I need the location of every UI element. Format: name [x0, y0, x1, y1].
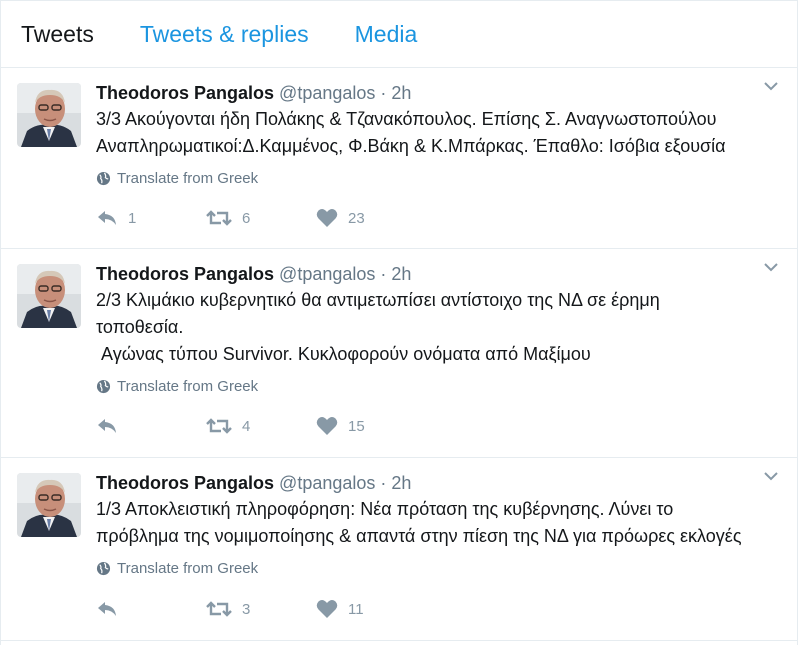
tweet-timestamp[interactable]: 2h: [391, 473, 411, 493]
author-handle[interactable]: @tpangalos: [279, 83, 375, 103]
tab-media[interactable]: Media: [355, 21, 418, 48]
retweet-button[interactable]: 4: [206, 417, 316, 435]
tweet-timestamp[interactable]: 2h: [391, 264, 411, 284]
chevron-down-icon[interactable]: [763, 470, 779, 482]
author-handle[interactable]: @tpangalos: [279, 473, 375, 493]
reply-icon: [98, 211, 116, 225]
tab-tweets-and-replies[interactable]: Tweets & replies: [140, 21, 309, 48]
tweet-text-line: Αναπληρωματικοί:Δ.Καμμένος, Φ.Βάκη & Κ.Μ…: [96, 136, 726, 156]
separator-dot: ·: [380, 83, 387, 103]
globe-icon: [96, 561, 111, 576]
translate-label: Translate from Greek: [117, 378, 259, 395]
like-count: 11: [348, 600, 364, 618]
separator-dot: ·: [380, 473, 387, 493]
tweet-actions: 4 15: [96, 416, 426, 436]
reply-button[interactable]: [96, 417, 206, 435]
tweet-text: 3/3 Ακούγονται ήδη Πολάκης & Τζανακόπουλ…: [96, 106, 777, 160]
avatar[interactable]: [17, 473, 81, 537]
tweet-content: Theodoros Pangalos @tpangalos · 2h 3/3 Α…: [96, 81, 777, 187]
tweet-header: Theodoros Pangalos @tpangalos · 2h: [96, 81, 777, 105]
tweet[interactable]: Theodoros Pangalos @tpangalos · 2h 2/3 Κ…: [1, 249, 797, 458]
translate-link[interactable]: Translate from Greek: [96, 560, 777, 577]
heart-icon: [316, 209, 338, 227]
chevron-down-icon[interactable]: [763, 261, 779, 273]
globe-icon: [96, 171, 111, 186]
tweet-text: 2/3 Κλιμάκιο κυβερνητικό θα αντιμετωπίσε…: [96, 287, 777, 368]
tweet-content: Theodoros Pangalos @tpangalos · 2h 2/3 Κ…: [96, 262, 777, 395]
like-button[interactable]: 11: [316, 599, 426, 619]
tweet-content: Theodoros Pangalos @tpangalos · 2h 1/3 Α…: [96, 471, 777, 577]
retweet-count: 3: [242, 600, 251, 618]
tweet[interactable]: Theodoros Pangalos @tpangalos · 2h 3/3 Α…: [1, 68, 797, 249]
translate-label: Translate from Greek: [117, 560, 259, 577]
tweet-timestamp[interactable]: 2h: [391, 83, 411, 103]
retweet-icon: [206, 418, 232, 434]
globe-icon: [96, 379, 111, 394]
tweet-header: Theodoros Pangalos @tpangalos · 2h: [96, 262, 777, 286]
tweet-text-line: 2/3 Κλιμάκιο κυβερνητικό θα αντιμετωπίσε…: [96, 290, 660, 310]
reply-count: 1: [128, 209, 137, 227]
tweet-header: Theodoros Pangalos @tpangalos · 2h: [96, 471, 777, 495]
avatar[interactable]: [17, 264, 81, 328]
retweet-count: 6: [242, 209, 251, 227]
translate-link[interactable]: Translate from Greek: [96, 378, 777, 395]
tweet-text-line: 1/3 Αποκλειστική πληροφόρηση: Νέα πρότασ…: [96, 499, 674, 519]
tweet-text-line: Αγώνας τύπου Survivor. Κυκλοφορούν ονόμα…: [96, 344, 591, 364]
reply-button[interactable]: [96, 600, 206, 618]
reply-icon: [98, 602, 116, 616]
tweet-text-line: πρόβλημα της νομιμοποίησης & απαντά στην…: [96, 526, 742, 546]
reply-button[interactable]: 1: [96, 209, 206, 227]
translate-link[interactable]: Translate from Greek: [96, 170, 777, 187]
tweet-text-line: 3/3 Ακούγονται ήδη Πολάκης & Τζανακόπουλ…: [96, 109, 717, 129]
tweet[interactable]: Theodoros Pangalos @tpangalos · 2h 1/3 Α…: [1, 458, 797, 641]
heart-icon: [316, 417, 338, 435]
like-button[interactable]: 23: [316, 208, 426, 228]
reply-icon: [98, 419, 116, 433]
translate-label: Translate from Greek: [117, 170, 259, 187]
heart-icon: [316, 600, 338, 618]
retweet-icon: [206, 210, 232, 226]
retweet-icon: [206, 601, 232, 617]
retweet-button[interactable]: 3: [206, 600, 316, 618]
author-name[interactable]: Theodoros Pangalos: [96, 473, 274, 493]
author-name[interactable]: Theodoros Pangalos: [96, 264, 274, 284]
tweet-actions: 3 11: [96, 599, 426, 619]
retweet-count: 4: [242, 417, 251, 435]
tweet-actions: 1 6 23: [96, 208, 426, 228]
retweet-button[interactable]: 6: [206, 209, 316, 227]
like-count: 15: [348, 417, 365, 435]
tweet-text-line: τοποθεσία.: [96, 317, 184, 337]
like-count: 23: [348, 209, 365, 227]
like-button[interactable]: 15: [316, 416, 426, 436]
chevron-down-icon[interactable]: [763, 80, 779, 92]
author-handle[interactable]: @tpangalos: [279, 264, 375, 284]
avatar[interactable]: [17, 83, 81, 147]
separator-dot: ·: [380, 264, 387, 284]
tab-tweets[interactable]: Tweets: [21, 21, 94, 48]
author-name[interactable]: Theodoros Pangalos: [96, 83, 274, 103]
profile-tabs: Tweets Tweets & replies Media: [1, 0, 797, 68]
profile-timeline: Tweets Tweets & replies Media Theodoros …: [0, 0, 798, 645]
tweet-text: 1/3 Αποκλειστική πληροφόρηση: Νέα πρότασ…: [96, 496, 777, 550]
